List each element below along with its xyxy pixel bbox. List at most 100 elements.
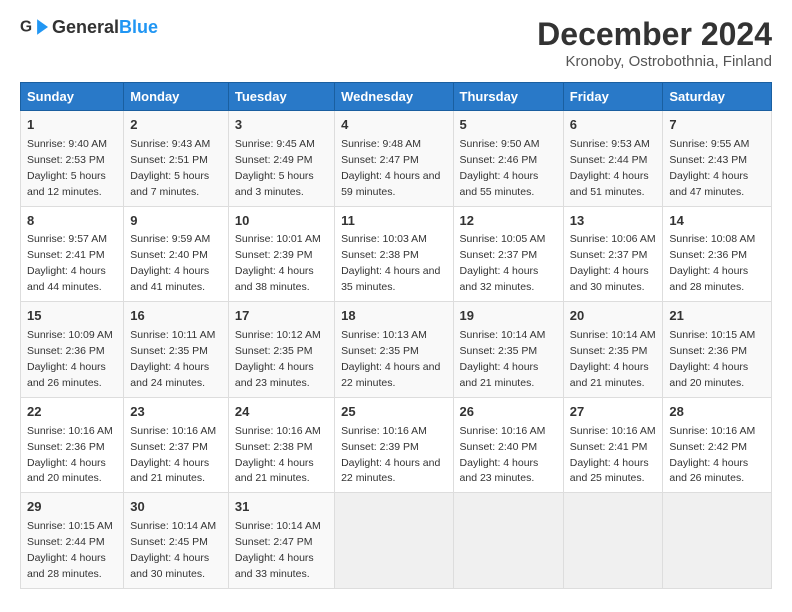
day-cell: 7 Sunrise: 9:55 AM Sunset: 2:43 PM Daylig… (663, 111, 772, 207)
day-number: 16 (130, 307, 222, 326)
day-cell (335, 493, 453, 589)
day-info: Sunrise: 9:53 AM Sunset: 2:44 PM Dayligh… (570, 138, 650, 198)
day-cell: 1 Sunrise: 9:40 AM Sunset: 2:53 PM Daylig… (21, 111, 124, 207)
logo-text: GeneralBlue (52, 17, 158, 38)
day-number: 31 (235, 498, 328, 517)
day-number: 22 (27, 403, 117, 422)
logo-icon: G (20, 16, 48, 38)
day-cell: 9 Sunrise: 9:59 AM Sunset: 2:40 PM Daylig… (124, 206, 229, 302)
day-cell: 19 Sunrise: 10:14 AM Sunset: 2:35 PM Dayl… (453, 302, 563, 398)
calendar-table: SundayMondayTuesdayWednesdayThursdayFrid… (20, 82, 772, 589)
day-info: Sunrise: 9:45 AM Sunset: 2:49 PM Dayligh… (235, 138, 315, 198)
calendar-header: SundayMondayTuesdayWednesdayThursdayFrid… (21, 83, 772, 111)
day-cell: 11 Sunrise: 10:03 AM Sunset: 2:38 PM Dayl… (335, 206, 453, 302)
day-cell: 4 Sunrise: 9:48 AM Sunset: 2:47 PM Daylig… (335, 111, 453, 207)
day-cell: 5 Sunrise: 9:50 AM Sunset: 2:46 PM Daylig… (453, 111, 563, 207)
day-info: Sunrise: 10:01 AM Sunset: 2:39 PM Daylig… (235, 233, 321, 293)
day-info: Sunrise: 9:57 AM Sunset: 2:41 PM Dayligh… (27, 233, 107, 293)
day-number: 25 (341, 403, 446, 422)
day-info: Sunrise: 10:12 AM Sunset: 2:35 PM Daylig… (235, 329, 321, 389)
day-cell: 23 Sunrise: 10:16 AM Sunset: 2:37 PM Dayl… (124, 397, 229, 493)
col-header-sunday: Sunday (21, 83, 124, 111)
day-cell: 14Sunrise: 10:08 AM Sunset: 2:36 PM Dayl… (663, 206, 772, 302)
week-row-4: 22Sunrise: 10:16 AM Sunset: 2:36 PM Dayl… (21, 397, 772, 493)
col-header-saturday: Saturday (663, 83, 772, 111)
day-number: 29 (27, 498, 117, 517)
day-cell: 26 Sunrise: 10:16 AM Sunset: 2:40 PM Dayl… (453, 397, 563, 493)
day-number: 18 (341, 307, 446, 326)
day-number: 6 (570, 116, 657, 135)
day-info: Sunrise: 10:13 AM Sunset: 2:35 PM Daylig… (341, 329, 440, 389)
day-info: Sunrise: 10:16 AM Sunset: 2:42 PM Daylig… (669, 425, 755, 485)
day-info: Sunrise: 10:15 AM Sunset: 2:36 PM Daylig… (669, 329, 755, 389)
day-info: Sunrise: 10:06 AM Sunset: 2:37 PM Daylig… (570, 233, 656, 293)
day-number: 26 (460, 403, 557, 422)
day-cell: 24 Sunrise: 10:16 AM Sunset: 2:38 PM Dayl… (228, 397, 334, 493)
day-info: Sunrise: 9:55 AM Sunset: 2:43 PM Dayligh… (669, 138, 749, 198)
col-header-wednesday: Wednesday (335, 83, 453, 111)
day-info: Sunrise: 10:11 AM Sunset: 2:35 PM Daylig… (130, 329, 215, 389)
calendar-body: 1 Sunrise: 9:40 AM Sunset: 2:53 PM Daylig… (21, 111, 772, 589)
day-number: 13 (570, 212, 657, 231)
day-cell: 13 Sunrise: 10:06 AM Sunset: 2:37 PM Dayl… (563, 206, 663, 302)
svg-text:G: G (20, 19, 32, 36)
day-info: Sunrise: 10:14 AM Sunset: 2:47 PM Daylig… (235, 520, 321, 580)
day-info: Sunrise: 10:16 AM Sunset: 2:39 PM Daylig… (341, 425, 440, 485)
day-number: 1 (27, 116, 117, 135)
main-title: December 2024 (537, 16, 772, 53)
week-row-1: 1 Sunrise: 9:40 AM Sunset: 2:53 PM Daylig… (21, 111, 772, 207)
day-cell: 27Sunrise: 10:16 AM Sunset: 2:41 PM Dayl… (563, 397, 663, 493)
day-cell (453, 493, 563, 589)
day-info: Sunrise: 10:16 AM Sunset: 2:40 PM Daylig… (460, 425, 546, 485)
title-area: December 2024 Kronoby, Ostrobothnia, Fin… (537, 16, 772, 70)
day-number: 28 (669, 403, 765, 422)
day-info: Sunrise: 10:16 AM Sunset: 2:37 PM Daylig… (130, 425, 216, 485)
day-number: 7 (669, 116, 765, 135)
day-info: Sunrise: 10:14 AM Sunset: 2:35 PM Daylig… (460, 329, 546, 389)
day-info: Sunrise: 10:16 AM Sunset: 2:38 PM Daylig… (235, 425, 321, 485)
day-cell: 6 Sunrise: 9:53 AM Sunset: 2:44 PM Daylig… (563, 111, 663, 207)
header: G GeneralBlue December 2024 Kronoby, Ost… (20, 16, 772, 70)
day-info: Sunrise: 9:59 AM Sunset: 2:40 PM Dayligh… (130, 233, 210, 293)
day-number: 9 (130, 212, 222, 231)
day-number: 24 (235, 403, 328, 422)
day-number: 11 (341, 212, 446, 231)
day-number: 5 (460, 116, 557, 135)
day-info: Sunrise: 10:14 AM Sunset: 2:35 PM Daylig… (570, 329, 656, 389)
day-cell: 20 Sunrise: 10:14 AM Sunset: 2:35 PM Dayl… (563, 302, 663, 398)
day-info: Sunrise: 9:50 AM Sunset: 2:46 PM Dayligh… (460, 138, 540, 198)
day-cell: 18 Sunrise: 10:13 AM Sunset: 2:35 PM Dayl… (335, 302, 453, 398)
col-header-thursday: Thursday (453, 83, 563, 111)
day-info: Sunrise: 9:48 AM Sunset: 2:47 PM Dayligh… (341, 138, 440, 198)
day-number: 27 (570, 403, 657, 422)
day-number: 12 (460, 212, 557, 231)
col-header-tuesday: Tuesday (228, 83, 334, 111)
day-info: Sunrise: 10:09 AM Sunset: 2:36 PM Daylig… (27, 329, 113, 389)
day-number: 8 (27, 212, 117, 231)
day-number: 20 (570, 307, 657, 326)
subtitle: Kronoby, Ostrobothnia, Finland (537, 53, 772, 70)
col-header-monday: Monday (124, 83, 229, 111)
day-number: 30 (130, 498, 222, 517)
day-info: Sunrise: 10:03 AM Sunset: 2:38 PM Daylig… (341, 233, 440, 293)
day-cell: 31 Sunrise: 10:14 AM Sunset: 2:47 PM Dayl… (228, 493, 334, 589)
logo: G GeneralBlue (20, 16, 158, 38)
col-header-friday: Friday (563, 83, 663, 111)
day-number: 23 (130, 403, 222, 422)
day-cell: 10 Sunrise: 10:01 AM Sunset: 2:39 PM Dayl… (228, 206, 334, 302)
day-number: 19 (460, 307, 557, 326)
day-cell: 15Sunrise: 10:09 AM Sunset: 2:36 PM Dayl… (21, 302, 124, 398)
day-info: Sunrise: 10:14 AM Sunset: 2:45 PM Daylig… (130, 520, 216, 580)
day-info: Sunrise: 9:43 AM Sunset: 2:51 PM Dayligh… (130, 138, 210, 198)
day-cell: 8 Sunrise: 9:57 AM Sunset: 2:41 PM Daylig… (21, 206, 124, 302)
day-cell: 30 Sunrise: 10:14 AM Sunset: 2:45 PM Dayl… (124, 493, 229, 589)
day-cell: 29Sunrise: 10:15 AM Sunset: 2:44 PM Dayl… (21, 493, 124, 589)
day-cell: 3Sunrise: 9:45 AM Sunset: 2:49 PM Daylig… (228, 111, 334, 207)
day-info: Sunrise: 9:40 AM Sunset: 2:53 PM Dayligh… (27, 138, 107, 198)
day-cell: 12 Sunrise: 10:05 AM Sunset: 2:37 PM Dayl… (453, 206, 563, 302)
day-number: 4 (341, 116, 446, 135)
day-cell: 28 Sunrise: 10:16 AM Sunset: 2:42 PM Dayl… (663, 397, 772, 493)
day-info: Sunrise: 10:08 AM Sunset: 2:36 PM Daylig… (669, 233, 755, 293)
day-info: Sunrise: 10:05 AM Sunset: 2:37 PM Daylig… (460, 233, 546, 293)
day-number: 10 (235, 212, 328, 231)
